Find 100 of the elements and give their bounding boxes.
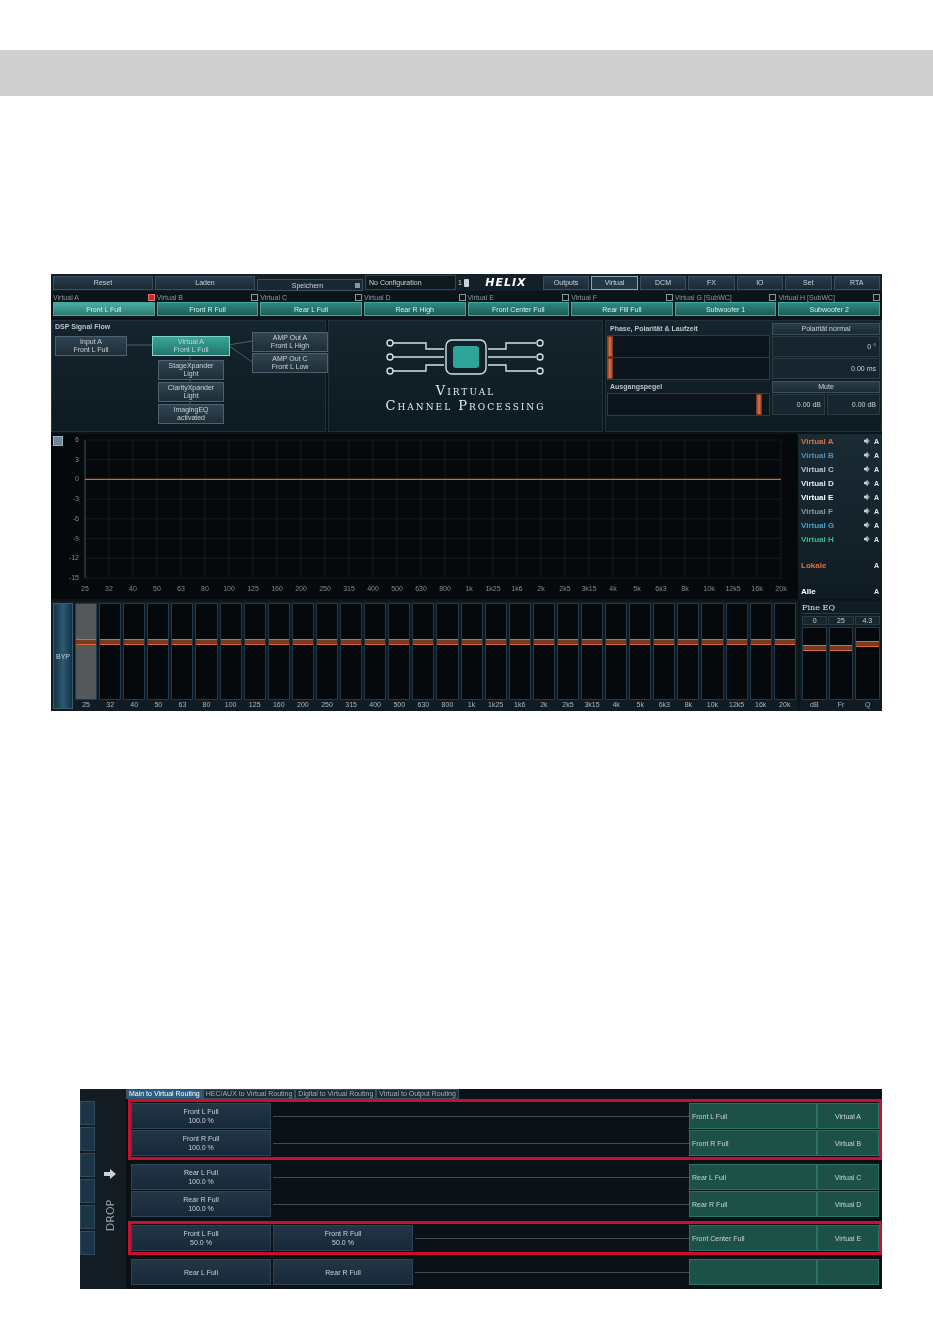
legend-label[interactable]: Virtual H [801,534,860,544]
fader-thumb[interactable] [630,639,651,645]
fader-thumb[interactable] [437,639,458,645]
legend-label[interactable]: Virtual G [801,520,860,530]
fader-track[interactable] [749,603,772,700]
checkbox[interactable] [562,293,570,301]
legend-label[interactable]: Virtual E [801,492,860,502]
fader-track[interactable] [436,603,459,700]
fader-thumb[interactable] [341,639,362,645]
fader-track[interactable] [677,603,700,700]
fader-thumb[interactable] [413,639,434,645]
fader-thumb[interactable] [196,639,217,645]
fader-track[interactable] [99,603,122,700]
fader-thumb[interactable] [148,639,169,645]
slider-track[interactable] [607,393,770,416]
file-icon[interactable] [463,278,469,287]
slider-thumb[interactable] [756,394,762,415]
fader-thumb[interactable] [654,639,675,645]
checkbox[interactable] [147,293,155,301]
fader-thumb[interactable] [726,639,747,645]
fader-thumb[interactable] [316,639,338,645]
legend-label[interactable]: Virtual D [801,478,860,488]
speaker-icon[interactable] [863,452,870,458]
fader-track[interactable] [605,603,628,700]
speaker-icon[interactable] [863,508,870,514]
checkbox[interactable] [873,293,880,301]
fader-thumb[interactable] [172,639,193,645]
speaker-icon[interactable] [863,494,870,500]
fader-track[interactable] [653,603,676,700]
fader-track[interactable] [75,603,98,700]
fader-thumb[interactable] [829,644,853,651]
slider-track[interactable] [607,357,770,380]
fader-track[interactable] [147,603,170,700]
fader-track[interactable] [532,603,555,700]
fader-thumb[interactable] [124,639,145,645]
fader-thumb[interactable] [581,639,603,645]
fader-track[interactable] [364,603,387,700]
legend-label[interactable]: Virtual F [801,506,860,516]
fader-thumb[interactable] [702,639,723,645]
fader-track[interactable] [315,603,339,700]
fader-track[interactable] [267,603,290,700]
fader-thumb[interactable] [606,639,627,645]
expand-icon[interactable] [53,436,63,446]
fader-track[interactable] [460,603,483,700]
fader-thumb[interactable] [803,644,826,651]
legend-label[interactable]: Virtual A [801,436,860,446]
fader-thumb[interactable] [244,639,265,645]
fader-thumb[interactable] [292,639,313,645]
fader-thumb[interactable] [365,639,386,645]
legend-label[interactable]: Alle [801,586,870,596]
fader-thumb[interactable] [856,640,879,647]
fader-track[interactable] [243,603,266,700]
speaker-icon[interactable] [863,536,870,542]
fader-thumb[interactable] [509,639,530,645]
fader-track[interactable] [701,603,724,700]
legend-label[interactable]: Lokale [801,560,870,570]
fader-track[interactable] [855,627,880,700]
checkbox[interactable] [665,293,673,301]
fader-track[interactable] [629,603,652,700]
checkbox[interactable] [251,293,259,301]
fader-track[interactable] [508,603,531,700]
fader-thumb[interactable] [678,639,699,645]
checkbox[interactable] [458,293,466,301]
fader-track[interactable] [291,603,314,700]
fader-track[interactable] [123,603,146,700]
fader-thumb[interactable] [389,639,410,645]
slider-track[interactable] [607,335,770,358]
panel-title[interactable]: Fine EQ [802,603,835,612]
fader-track[interactable] [484,603,507,700]
checkbox[interactable] [769,293,777,301]
speaker-icon[interactable] [863,466,870,472]
fader-track[interactable] [219,603,242,700]
legend-label[interactable]: Virtual B [801,450,860,460]
fader-thumb[interactable] [100,639,121,645]
fader-track[interactable] [556,603,579,700]
fader-track[interactable] [171,603,194,700]
fader-thumb[interactable] [76,639,97,645]
speaker-icon[interactable] [863,480,870,486]
fader-thumb[interactable] [774,639,795,645]
fader-track[interactable] [580,603,604,700]
speaker-icon[interactable] [863,522,870,528]
speaker-icon[interactable] [863,438,870,444]
fader-track[interactable] [340,603,363,700]
fader-thumb[interactable] [557,639,578,645]
fader-track[interactable] [802,627,827,700]
fader-track[interactable] [388,603,411,700]
fader-track[interactable] [195,603,218,700]
fader-thumb[interactable] [533,639,554,645]
slider-thumb[interactable] [607,358,613,379]
fader-thumb[interactable] [461,639,482,645]
fader-thumb[interactable] [220,639,241,645]
fader-thumb[interactable] [485,639,506,645]
fader-track[interactable] [773,603,796,700]
fader-thumb[interactable] [750,639,771,645]
checkbox[interactable] [354,293,362,301]
fader-track[interactable] [725,603,748,700]
fader-thumb[interactable] [268,639,289,645]
fader-track[interactable] [828,627,854,700]
fader-track[interactable] [412,603,435,700]
legend-label[interactable]: Virtual C [801,464,860,474]
